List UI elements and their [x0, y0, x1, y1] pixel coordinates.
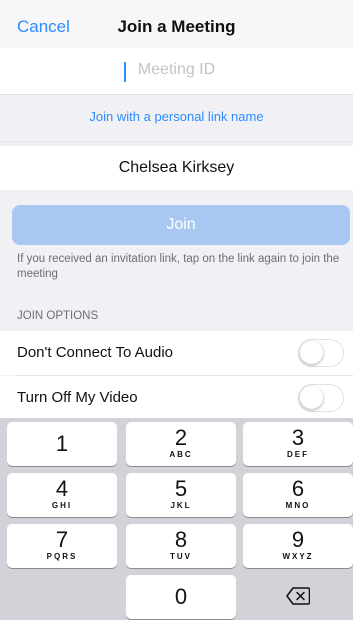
key-letters: ABC — [169, 450, 193, 459]
key-digit: 4 — [55, 476, 69, 501]
key-digit: 2 — [174, 425, 188, 450]
key-4[interactable]: 4 GHI — [7, 473, 117, 517]
key-digit: 9 — [291, 527, 305, 552]
personal-link-row[interactable]: Join with a personal link name — [0, 94, 353, 142]
personal-link-button[interactable]: Join with a personal link name — [0, 109, 353, 124]
video-toggle[interactable] — [298, 384, 344, 412]
key-letters: DEF — [287, 450, 309, 459]
key-3[interactable]: 3 DEF — [243, 422, 353, 466]
page-title: Join a Meeting — [117, 17, 236, 36]
key-1[interactable]: 1 — [7, 422, 117, 466]
meeting-id-field[interactable]: Meeting ID — [0, 48, 353, 94]
key-digit: 3 — [291, 425, 305, 450]
key-letters: GHI — [51, 501, 73, 510]
toggle-knob — [300, 341, 323, 364]
option-row-audio: Don't Connect To Audio — [0, 331, 353, 375]
invitation-info-text: If you received an invitation link, tap … — [17, 253, 340, 280]
key-9[interactable]: 9 WXYZ — [243, 524, 353, 568]
join-button-label: Join — [166, 216, 196, 233]
key-digit: 7 — [55, 527, 69, 552]
audio-toggle[interactable] — [298, 339, 344, 367]
join-button[interactable]: Join — [12, 205, 350, 245]
key-8[interactable]: 8 TUV — [126, 524, 236, 568]
name-field-value: Chelsea Kirksey — [118, 159, 235, 176]
join-options-header: JOIN OPTIONS — [17, 310, 99, 322]
key-7[interactable]: 7 PQRS — [7, 524, 117, 568]
key-digit: 6 — [291, 476, 305, 501]
toggle-knob — [300, 386, 323, 409]
key-2[interactable]: 2 ABC — [126, 422, 236, 466]
key-digit: 5 — [174, 476, 188, 501]
key-digit: 1 — [55, 431, 69, 456]
option-label-video: Turn Off My Video — [17, 389, 138, 406]
key-letters: WXYZ — [282, 552, 314, 561]
option-label-audio: Don't Connect To Audio — [17, 344, 174, 361]
key-digit: 0 — [174, 584, 188, 609]
key-digit: 8 — [174, 527, 188, 552]
key-0[interactable]: 0 — [126, 575, 236, 619]
key-letters: JKL — [170, 501, 192, 510]
numeric-keypad: 1 2 ABC 3 DEF 4 GHI 5 JKL 6 MNO 7 PQRS 8… — [0, 418, 353, 620]
name-field[interactable]: Chelsea Kirksey — [0, 146, 353, 190]
key-letters: MNO — [285, 501, 311, 510]
key-5[interactable]: 5 JKL — [126, 473, 236, 517]
backspace-icon — [286, 587, 310, 605]
option-row-video: Turn Off My Video — [0, 376, 353, 420]
meeting-id-placeholder: Meeting ID — [137, 61, 216, 78]
backspace-key[interactable] — [243, 575, 353, 619]
key-letters: TUV — [170, 552, 192, 561]
key-6[interactable]: 6 MNO — [243, 473, 353, 517]
key-letters: PQRS — [46, 552, 78, 561]
